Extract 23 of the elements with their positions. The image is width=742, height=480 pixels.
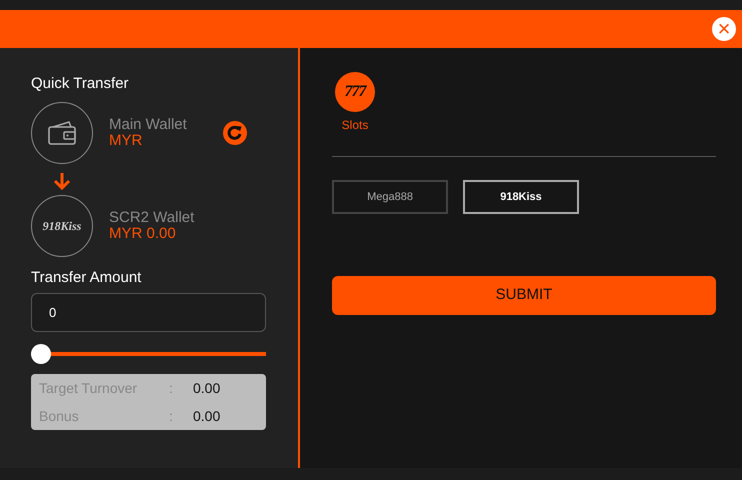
down-arrow-icon — [52, 171, 72, 191]
slider-thumb[interactable] — [31, 344, 51, 364]
close-button[interactable]: × — [712, 17, 736, 41]
field-label: Transfer Amount — [31, 270, 142, 285]
summary-value: 0.00 — [193, 378, 220, 398]
wallet-name: Main Wallet — [109, 117, 187, 133]
game-logo: 918Kiss — [42, 218, 82, 235]
summary-value: 0.00 — [193, 406, 220, 426]
provider-tab[interactable]: 918Kiss — [463, 180, 579, 214]
wallet-balance: MYR — [109, 133, 144, 149]
separator: : — [169, 378, 174, 398]
section-title: Quick Transfer — [31, 76, 130, 91]
wallet-balance: MYR 0.00 — [109, 226, 177, 242]
provider-tab[interactable]: Mega888 — [332, 180, 448, 214]
category-label[interactable]: Slots — [342, 116, 368, 134]
amount-field[interactable]: 0 — [31, 293, 266, 332]
submit-button[interactable]: SUBMIT — [332, 276, 716, 315]
refresh-icon[interactable] — [222, 121, 247, 145]
separator: : — [169, 406, 174, 426]
wallet-name: SCR2 Wallet — [109, 210, 194, 226]
slots-icon[interactable]: 777 — [335, 72, 375, 112]
slider-track[interactable] — [31, 344, 266, 364]
wallet-icon — [47, 121, 77, 145]
